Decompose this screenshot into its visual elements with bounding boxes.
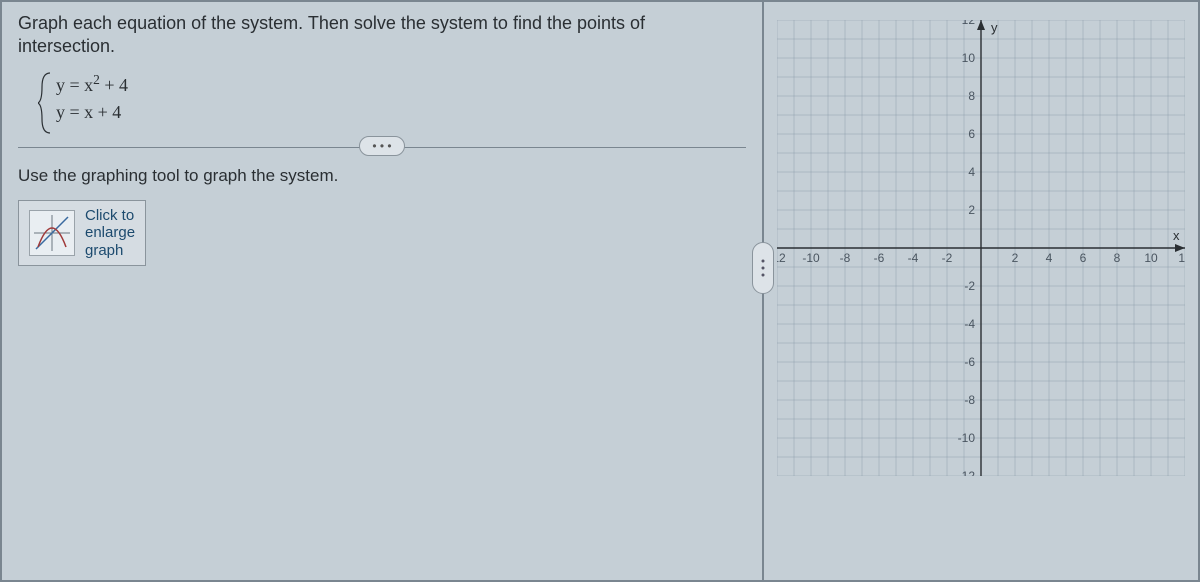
svg-text:-6: -6 (964, 355, 975, 369)
expand-dots-button[interactable]: • • • (359, 136, 405, 156)
enlarge-line1: Click to (85, 207, 134, 224)
svg-text:-6: -6 (874, 251, 885, 265)
equation-2: y = x + 4 (56, 102, 746, 123)
enlarge-graph-button[interactable]: Click to enlarge graph (18, 200, 146, 266)
eq1-sup: 2 (93, 72, 100, 87)
svg-text:6: 6 (968, 127, 975, 141)
separator: • • • (18, 147, 746, 148)
enlarge-label: Click to enlarge graph (85, 207, 135, 259)
y-axis-label: y (991, 20, 998, 35)
enlarge-line3: graph (85, 242, 123, 259)
coordinate-graph[interactable]: y x 2 4 6 8 10 12 -2 -4 -6 -8 -10 -12 2 4 6 8 10 12 -2 -4 -6… (777, 20, 1185, 476)
svg-text:2: 2 (968, 203, 975, 217)
svg-text:-10: -10 (958, 431, 976, 445)
svg-text:-8: -8 (840, 251, 851, 265)
svg-text:12: 12 (1178, 251, 1185, 265)
left-brace-icon (38, 71, 54, 135)
svg-text:-12: -12 (958, 469, 976, 476)
svg-text:8: 8 (1114, 251, 1121, 265)
svg-text:10: 10 (1144, 251, 1158, 265)
svg-text:-4: -4 (964, 317, 975, 331)
svg-text:-8: -8 (964, 393, 975, 407)
x-axis-label: x (1173, 228, 1180, 243)
svg-text:-10: -10 (802, 251, 820, 265)
graph-thumbnail-icon (29, 210, 75, 256)
equation-system: y = x2 + 4 y = x + 4 (38, 75, 746, 123)
svg-text:-2: -2 (942, 251, 953, 265)
eq1-part2: + 4 (100, 75, 128, 95)
eq1-part1: y = x (56, 75, 93, 95)
equation-1: y = x2 + 4 (56, 75, 746, 96)
svg-text:-4: -4 (908, 251, 919, 265)
problem-prompt: Graph each equation of the system. Then … (18, 12, 746, 57)
enlarge-line2: enlarge (85, 224, 135, 241)
svg-text:10: 10 (962, 51, 976, 65)
instruction-text: Use the graphing tool to graph the syste… (18, 166, 746, 186)
svg-text:12: 12 (962, 20, 976, 27)
svg-text:2: 2 (1012, 251, 1019, 265)
svg-text:-12: -12 (777, 251, 786, 265)
svg-text:8: 8 (968, 89, 975, 103)
svg-text:4: 4 (1046, 251, 1053, 265)
svg-text:6: 6 (1080, 251, 1087, 265)
svg-text:-2: -2 (964, 279, 975, 293)
grid-svg: y x 2 4 6 8 10 12 -2 -4 -6 -8 -10 -12 2 4 6 8 10 12 -2 -4 -6… (777, 20, 1185, 476)
svg-text:4: 4 (968, 165, 975, 179)
